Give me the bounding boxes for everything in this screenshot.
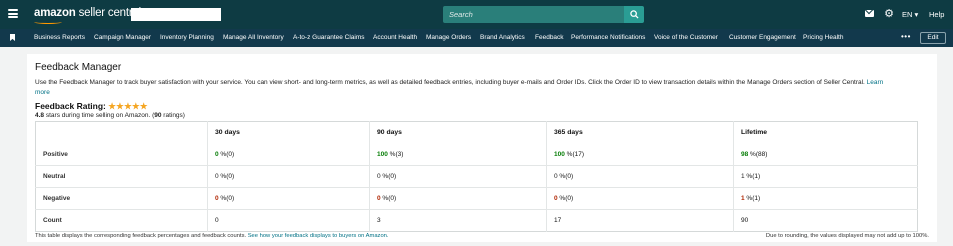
table-row-positive: Positive 0 %(0) 100 %(3) 100 %(17) 98 %(… [36,143,918,166]
feedback-display-link[interactable]: See how your feedback displays to buyers… [248,233,389,239]
percent-value: 100 [377,150,388,158]
count-value: %(17) [564,150,585,158]
table-cell: 90 [733,209,918,232]
table-cell: 0 %(0) [207,165,370,188]
page-title: Feedback Manager [35,62,122,73]
count-total: 0 [215,217,219,224]
table-footnote: This table displays the corresponding fe… [35,233,389,239]
hamburger-menu-icon[interactable] [8,9,18,18]
table-cell: 0 %(0) [369,165,547,188]
rounding-note: Due to rounding, the values displayed ma… [765,233,929,239]
column-header-lifetime: Lifetime [733,121,918,144]
rating-text-end: ratings) [161,112,185,119]
nav-campaign-manager[interactable]: Campaign Manager [94,34,151,41]
store-selector[interactable] [131,8,221,21]
nav-business-reports[interactable]: Business Reports [34,34,85,41]
table-row-negative: Negative 0 %(0) 0 %(0) 0 %(0) 1 %(1) [35,187,918,210]
table-cell: 17 [546,209,734,232]
star-rating-icon: ★★★★★ [108,101,148,111]
count-value: %(0) [557,173,574,180]
table-cell: 1 %(1) [733,165,918,188]
nav-feedback[interactable]: Feedback [535,34,564,41]
feedback-rating-heading: Feedback Rating: ★★★★★ [35,101,148,112]
table-cell: 3 [369,209,547,232]
table-row-count: Count 0 3 17 90 [35,209,918,232]
count-total: 17 [554,217,562,224]
row-label: Neutral [35,165,208,188]
row-label: Negative [35,187,208,210]
bookmark-icon[interactable] [10,34,15,41]
navigation-bar: Business Reports Campaign Manager Invent… [0,29,953,47]
rating-value: 4.8 [35,112,45,119]
rating-text-mid: stars during time selling on Amazon. ( [44,112,155,119]
feedback-manager-panel: Feedback Manager Use the Feedback Manage… [27,54,937,242]
mail-icon[interactable] [865,10,874,17]
table-cell: 0 %(0) [546,165,734,188]
row-label: Count [35,209,208,232]
table-cell: 0 %(0) [546,187,734,210]
table-header-row: 30 days 90 days 365 days Lifetime [36,121,918,144]
feedback-rating-label: Feedback Rating: [35,101,106,111]
count-value: %(0) [380,173,397,180]
table-cell: 98 %(88) [733,143,918,166]
count-value: %(0) [380,195,397,202]
seller-central-logo[interactable]: amazon seller central [34,7,141,19]
table-cell: 1 %(1) [733,187,918,210]
language-selector[interactable]: EN ▾ [902,10,918,19]
nav-pricing-health[interactable]: Pricing Health [803,34,843,41]
table-cell: 0 %(0) [207,143,370,166]
count-value: %(0) [557,195,574,202]
footnote-text: This table displays the corresponding fe… [35,233,248,239]
count-value: %(1) [744,195,761,202]
column-header-30-days: 30 days [207,121,370,144]
more-options-icon[interactable]: ••• [901,32,911,41]
table-cell: 100 %(17) [546,143,734,166]
nav-customer-engagement[interactable]: Customer Engagement [729,34,796,41]
table-cell: 0 %(0) [369,187,547,210]
row-label: Positive [43,150,68,158]
nav-performance-notifications[interactable]: Performance Notifications [571,34,645,41]
page-description: Use the Feedback Manager to track buyer … [35,78,895,98]
table-cell: 0 %(0) [207,187,370,210]
nav-inventory-planning[interactable]: Inventory Planning [160,34,214,41]
nav-a-to-z-claims[interactable]: A-to-z Guarantee Claims [293,34,365,41]
percent-value: 100 [554,150,565,158]
table-cell: 0 [207,209,370,232]
nav-manage-all-inventory[interactable]: Manage All Inventory [223,34,284,41]
nav-account-health[interactable]: Account Health [373,34,417,41]
count-value: %(0) [218,173,235,180]
nav-brand-analytics[interactable]: Brand Analytics [480,34,525,41]
count-total: 90 [741,217,749,224]
count-value: %(0) [218,150,235,158]
nav-manage-orders[interactable]: Manage Orders [426,34,471,41]
count-value: %(0) [218,195,235,202]
search-icon [629,10,639,19]
column-header [36,122,208,144]
nav-voice-of-the-customer[interactable]: Voice of the Customer [654,34,718,41]
count-value: %(3) [387,150,404,158]
count-value: %(1) [744,173,761,180]
count-value: %(88) [748,150,768,158]
logo-smile-icon [34,20,62,24]
description-text: Use the Feedback Manager to track buyer … [35,79,865,86]
search-input[interactable]: Search [443,6,624,23]
edit-nav-button[interactable]: Edit [920,32,946,44]
help-link[interactable]: Help [929,10,944,19]
top-bar: amazon seller central Search ⚙ EN ▾ Help [0,0,953,29]
count-total: 3 [377,217,381,224]
gear-icon[interactable]: ⚙ [883,8,895,20]
rating-summary: 4.8 stars during time selling on Amazon.… [35,112,185,119]
column-header-365-days: 365 days [546,121,734,144]
column-header-90-days: 90 days [369,121,547,144]
table-cell: 100 %(3) [369,143,547,166]
search-button[interactable] [624,6,644,23]
table-row-neutral: Neutral 0 %(0) 0 %(0) 0 %(0) 1 %(1) [35,165,918,188]
feedback-table: 30 days 90 days 365 days Lifetime Positi… [35,121,918,232]
